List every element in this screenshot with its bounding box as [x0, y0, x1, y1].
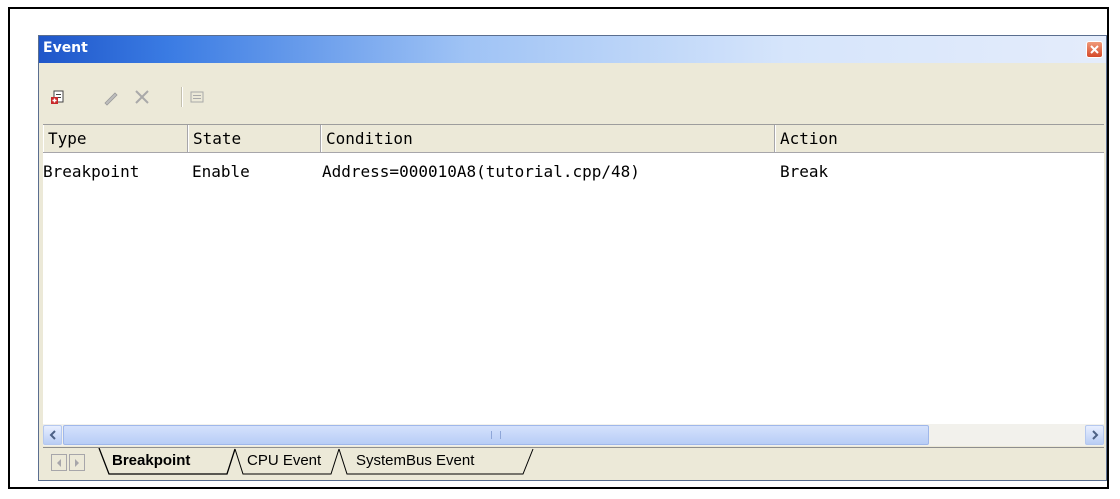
delete-x-icon: [135, 90, 149, 104]
edit-event-button[interactable]: [101, 87, 121, 107]
scrollbar-thumb[interactable]: [63, 425, 929, 445]
column-header-type[interactable]: Type: [43, 125, 188, 152]
toolbar-separator: [181, 87, 183, 107]
list-view-icon: [190, 91, 204, 103]
chevron-left-icon: [49, 430, 56, 440]
event-window: Event Type State Condition Action Breakp…: [38, 35, 1107, 481]
cell-action: Break: [780, 162, 829, 181]
delete-event-button[interactable]: [132, 87, 152, 107]
toolbar: [39, 63, 1106, 124]
table-row[interactable]: Breakpoint Enable Address=000010A8(tutor…: [43, 159, 1104, 185]
add-event-button[interactable]: [48, 87, 68, 107]
new-document-icon: [51, 90, 64, 104]
horizontal-scrollbar[interactable]: [43, 424, 1104, 446]
close-icon: [1090, 45, 1099, 54]
scroll-right-button[interactable]: [1085, 425, 1104, 445]
title-bar[interactable]: Event: [39, 36, 1106, 63]
column-header-row: Type State Condition Action: [43, 125, 1104, 153]
column-header-action[interactable]: Action: [775, 125, 1104, 152]
scroll-left-button[interactable]: [43, 425, 62, 445]
triangle-left-icon: [57, 458, 61, 467]
screenshot-frame: Event Type State Condition Action Breakp…: [8, 7, 1109, 489]
view-properties-button[interactable]: [187, 87, 207, 107]
event-list[interactable]: Type State Condition Action Breakpoint E…: [43, 124, 1104, 425]
close-button[interactable]: [1086, 41, 1103, 58]
tab-cpu-event[interactable]: CPU Event: [247, 448, 321, 474]
cell-type: Breakpoint: [43, 162, 140, 181]
tab-strip: Breakpoint CPU Event SystemBus Event: [43, 447, 1104, 478]
column-header-state[interactable]: State: [188, 125, 321, 152]
triangle-right-icon: [75, 458, 79, 467]
tab-scroll-left-button[interactable]: [51, 454, 67, 471]
column-header-condition[interactable]: Condition: [321, 125, 775, 152]
tab-scroll-right-button[interactable]: [69, 454, 85, 471]
window-title: Event: [43, 40, 88, 56]
pencil-icon: [104, 92, 118, 106]
cell-condition: Address=000010A8(tutorial.cpp/48): [322, 162, 640, 181]
tab-systembus-event[interactable]: SystemBus Event: [356, 448, 474, 474]
chevron-right-icon: [1091, 430, 1098, 440]
tab-breakpoint[interactable]: Breakpoint: [112, 448, 190, 474]
cell-state: Enable: [192, 162, 250, 181]
